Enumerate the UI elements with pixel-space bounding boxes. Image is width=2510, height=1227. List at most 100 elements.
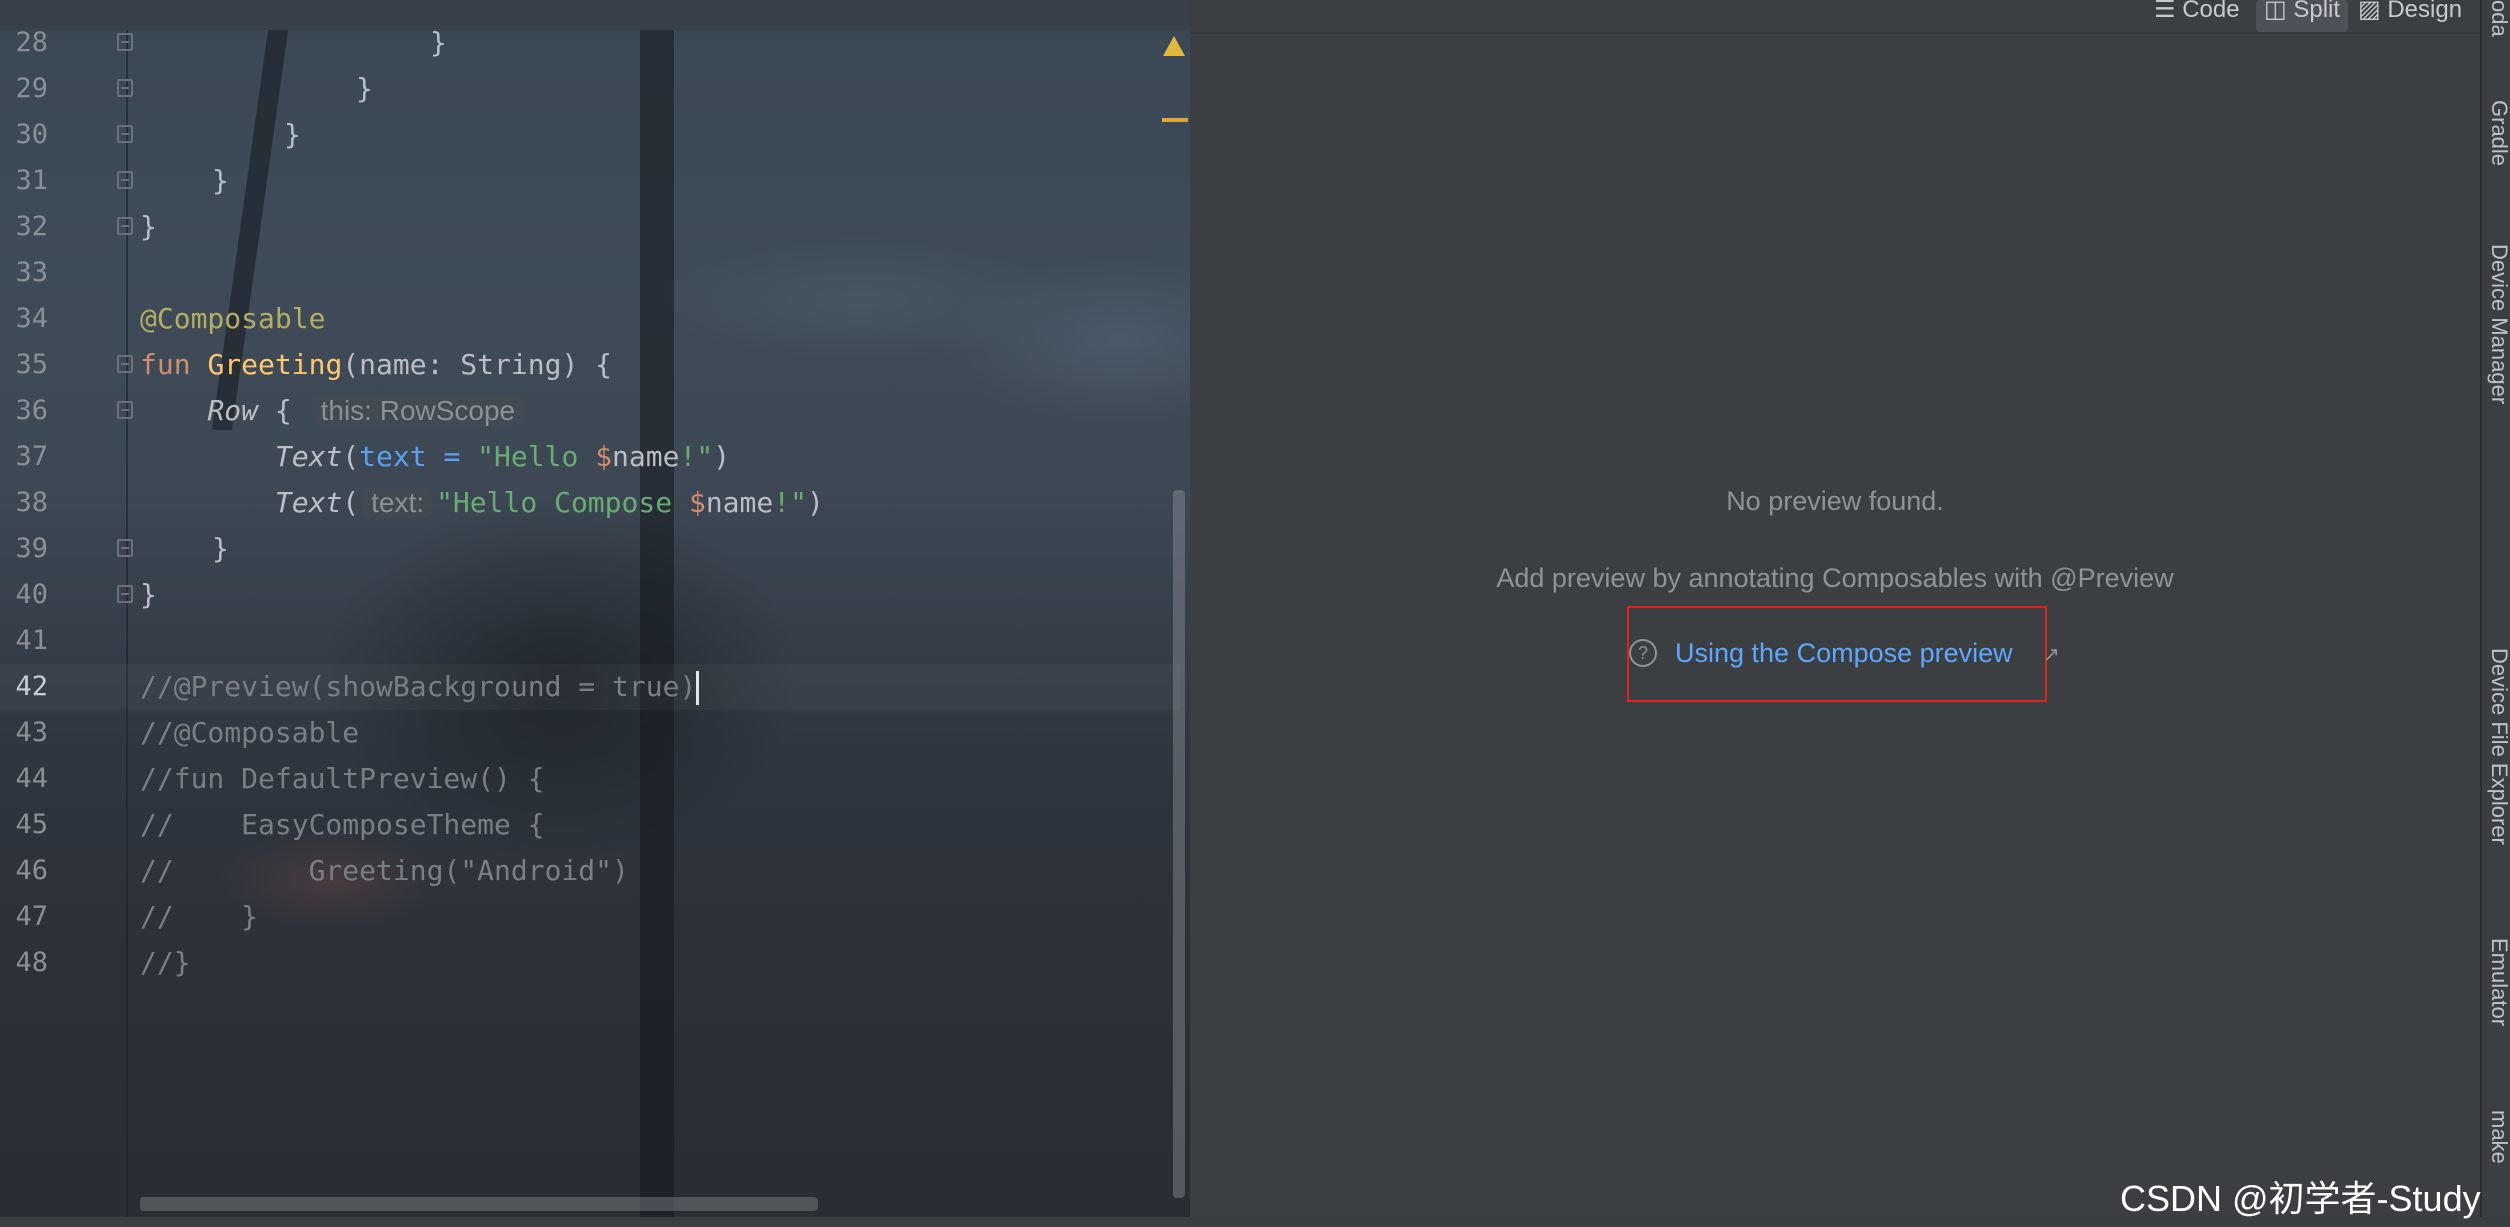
- image-icon: ▨: [2358, 0, 2388, 23]
- fold-icon[interactable]: [117, 539, 133, 557]
- inlay-hint: text:: [363, 487, 433, 518]
- compose-preview-help-link[interactable]: Using the Compose preview: [1675, 638, 2013, 669]
- tab-split-label: Split: [2293, 0, 2341, 23]
- line-number: 36: [15, 395, 48, 426]
- string-token: "Hello Compose: [436, 486, 689, 519]
- string-token: !": [773, 486, 807, 519]
- vertical-scrollbar[interactable]: [1173, 490, 1185, 1198]
- paren-token: ): [713, 440, 731, 473]
- tool-window-tab-emulator[interactable]: Emulator: [2484, 938, 2510, 1026]
- empty-state-hint: Add preview by annotating Composables wi…: [1496, 563, 2174, 593]
- brace-token: {: [258, 394, 292, 427]
- warning-icon[interactable]: [1163, 36, 1185, 56]
- code-line[interactable]: 35 fun Greeting(name: String) {: [0, 342, 1180, 388]
- code-line[interactable]: 36 Row { this: RowScope: [0, 388, 1180, 434]
- right-tool-window-bar: oda Gradle Device Manager Device File Ex…: [2480, 0, 2510, 1217]
- code-editor[interactable]: 28 } 29 } 30 } 31 } 32 } 33 34 @Composab…: [0, 0, 1190, 1217]
- fold-icon[interactable]: [117, 79, 133, 97]
- comment-token: //}: [140, 946, 191, 979]
- identifier-token: name: [705, 486, 774, 519]
- tab-design[interactable]: ▨ Design: [2358, 0, 2462, 32]
- code-line[interactable]: 31 }: [0, 158, 1180, 204]
- comment-token: //@Preview(showBackground = true): [140, 670, 697, 703]
- code-text: fun Greeting(name: String) {: [140, 342, 612, 388]
- line-number: 31: [15, 165, 48, 196]
- fold-icon[interactable]: [117, 585, 133, 603]
- named-arg-token: text: [359, 440, 427, 473]
- paren-token: (: [342, 440, 360, 473]
- tab-split[interactable]: ◫ Split: [2256, 0, 2349, 32]
- tab-design-label: Design: [2387, 0, 2463, 23]
- template-token: $: [595, 440, 613, 473]
- line-number: 38: [15, 487, 48, 518]
- tool-window-tab-gradle[interactable]: Gradle: [2484, 100, 2510, 166]
- paren-token: ): [806, 486, 824, 519]
- highlight-box: ? Using the Compose preview ↗: [1627, 606, 2060, 702]
- call-token: Row: [207, 394, 259, 427]
- code-text: }: [212, 164, 229, 197]
- code-line[interactable]: 30 }: [0, 112, 1180, 158]
- code-line[interactable]: 45 // EasyComposeTheme {: [0, 802, 1180, 848]
- identifier-token: name: [612, 440, 680, 473]
- code-text: Text(text = "Hello $name!"): [140, 434, 730, 480]
- code-line[interactable]: 41: [0, 618, 1180, 664]
- fold-icon[interactable]: [117, 217, 133, 235]
- warning-stripe-marker[interactable]: [1162, 118, 1188, 122]
- code-line[interactable]: 34 @Composable: [0, 296, 1180, 342]
- tool-window-tab-device-file-explorer[interactable]: Device File Explorer: [2484, 648, 2510, 845]
- code-text: }: [212, 532, 229, 565]
- line-number: 30: [15, 119, 48, 150]
- code-line[interactable]: 48 //}: [0, 940, 1180, 986]
- code-text: }: [284, 118, 301, 151]
- fold-icon[interactable]: [117, 171, 133, 189]
- code-line[interactable]: 40 }: [0, 572, 1180, 618]
- code-line[interactable]: 44 //fun DefaultPreview() {: [0, 756, 1180, 802]
- line-number: 32: [15, 211, 48, 242]
- tool-window-tab-cut[interactable]: oda: [2484, 0, 2510, 37]
- code-text: @Composable: [140, 296, 325, 342]
- comment-token: //fun DefaultPreview() {: [140, 762, 545, 795]
- code-text: }: [430, 26, 447, 59]
- string-token: "Hello: [477, 440, 596, 473]
- code-line[interactable]: 28 }: [0, 20, 1180, 66]
- code-line[interactable]: 43 //@Composable: [0, 710, 1180, 756]
- code-line[interactable]: 46 // Greeting("Android"): [0, 848, 1180, 894]
- text-caret: [696, 671, 700, 705]
- line-number: 46: [15, 855, 48, 886]
- line-number: 43: [15, 717, 48, 748]
- fold-icon[interactable]: [117, 125, 133, 143]
- code-line[interactable]: 29 }: [0, 66, 1180, 112]
- fold-icon[interactable]: [117, 33, 133, 51]
- code-text: Row { this: RowScope: [140, 388, 527, 434]
- code-line[interactable]: 38 Text(text: "Hello Compose $name!"): [0, 480, 1180, 526]
- comment-token: // Greeting("Android"): [140, 854, 629, 887]
- fold-icon[interactable]: [117, 355, 133, 373]
- code-line[interactable]: 47 // }: [0, 894, 1180, 940]
- code-line[interactable]: 37 Text(text = "Hello $name!"): [0, 434, 1180, 480]
- tab-code[interactable]: ☰ Code: [2154, 0, 2240, 32]
- horizontal-scrollbar[interactable]: [140, 1197, 818, 1211]
- code-line[interactable]: 39 }: [0, 526, 1180, 572]
- line-number: 29: [15, 73, 48, 104]
- help-icon: ?: [1629, 639, 1657, 667]
- fold-icon[interactable]: [117, 401, 133, 419]
- line-number: 33: [15, 257, 48, 288]
- code-line-current[interactable]: 42 //@Preview(showBackground = true): [0, 664, 1180, 710]
- line-number: 44: [15, 763, 48, 794]
- tool-window-tab-make[interactable]: make: [2484, 1110, 2510, 1164]
- code-line[interactable]: 33: [0, 250, 1180, 296]
- code-text: //@Preview(showBackground = true): [140, 664, 700, 710]
- tool-window-tab-device-manager[interactable]: Device Manager: [2484, 244, 2510, 404]
- tab-code-label: Code: [2182, 0, 2240, 23]
- line-number: 37: [15, 441, 48, 472]
- call-token: Text: [274, 486, 343, 519]
- line-number: 34: [15, 303, 48, 334]
- code-text: Text(text: "Hello Compose $name!"): [140, 480, 824, 526]
- code-text: }: [140, 210, 157, 243]
- preview-toolbar: ☰ Code ◫ Split ▨ Design: [1190, 0, 2480, 34]
- line-number: 42: [15, 671, 48, 702]
- code-line[interactable]: 32 }: [0, 204, 1180, 250]
- line-number: 45: [15, 809, 48, 840]
- string-token: !": [679, 440, 714, 473]
- params-token: (name: String) {: [342, 348, 613, 381]
